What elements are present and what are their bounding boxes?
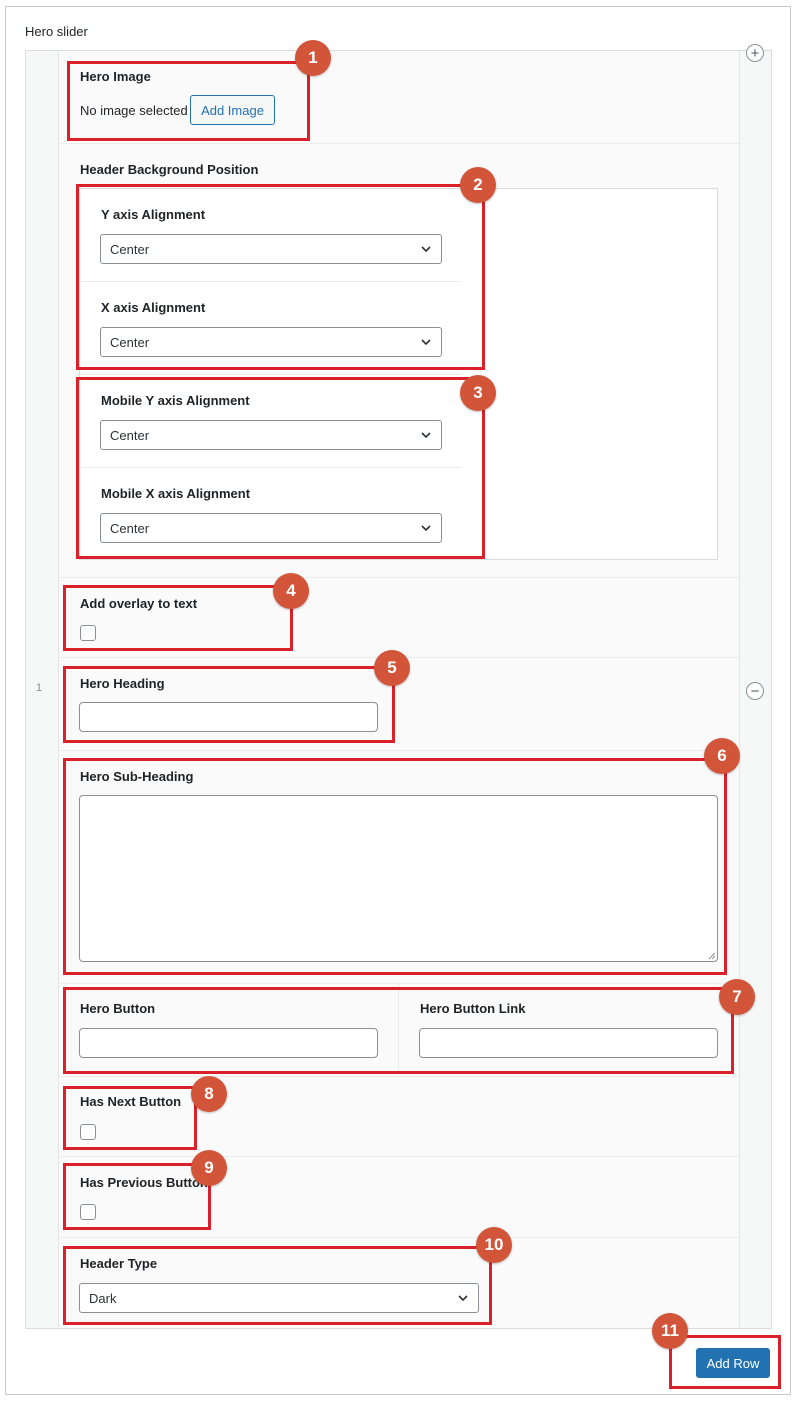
highlight-box xyxy=(76,184,485,370)
add-row-icon[interactable]: + xyxy=(746,44,764,62)
divider xyxy=(59,143,739,144)
highlight-box xyxy=(63,585,293,651)
highlight-box xyxy=(67,61,310,141)
highlight-box xyxy=(63,1246,492,1325)
highlight-box xyxy=(63,1086,197,1150)
step-badge: 7 xyxy=(719,979,755,1015)
row-handle[interactable] xyxy=(26,51,59,1328)
highlight-box xyxy=(76,377,485,559)
highlight-box xyxy=(63,758,727,975)
divider xyxy=(80,374,461,375)
divider xyxy=(59,1237,739,1238)
divider xyxy=(59,750,739,751)
step-badge: 9 xyxy=(191,1150,227,1186)
step-badge: 2 xyxy=(460,167,496,203)
highlight-box xyxy=(63,666,395,743)
divider xyxy=(59,577,739,578)
step-badge: 1 xyxy=(295,40,331,76)
divider xyxy=(59,1156,739,1157)
step-badge: 5 xyxy=(374,650,410,686)
divider xyxy=(59,1076,739,1077)
step-badge: 3 xyxy=(460,375,496,411)
step-badge: 10 xyxy=(476,1227,512,1263)
step-badge: 6 xyxy=(704,738,740,774)
highlight-box xyxy=(63,987,734,1074)
section-title: Hero slider xyxy=(25,24,88,39)
step-badge: 8 xyxy=(191,1076,227,1112)
divider xyxy=(59,983,739,984)
highlight-box xyxy=(669,1335,781,1389)
row-number: 1 xyxy=(36,682,43,694)
remove-row-icon[interactable]: − xyxy=(746,682,764,700)
highlight-box xyxy=(63,1163,211,1230)
bg-position-label: Header Background Position xyxy=(80,162,259,177)
step-badge: 11 xyxy=(652,1313,688,1349)
step-badge: 4 xyxy=(273,573,309,609)
